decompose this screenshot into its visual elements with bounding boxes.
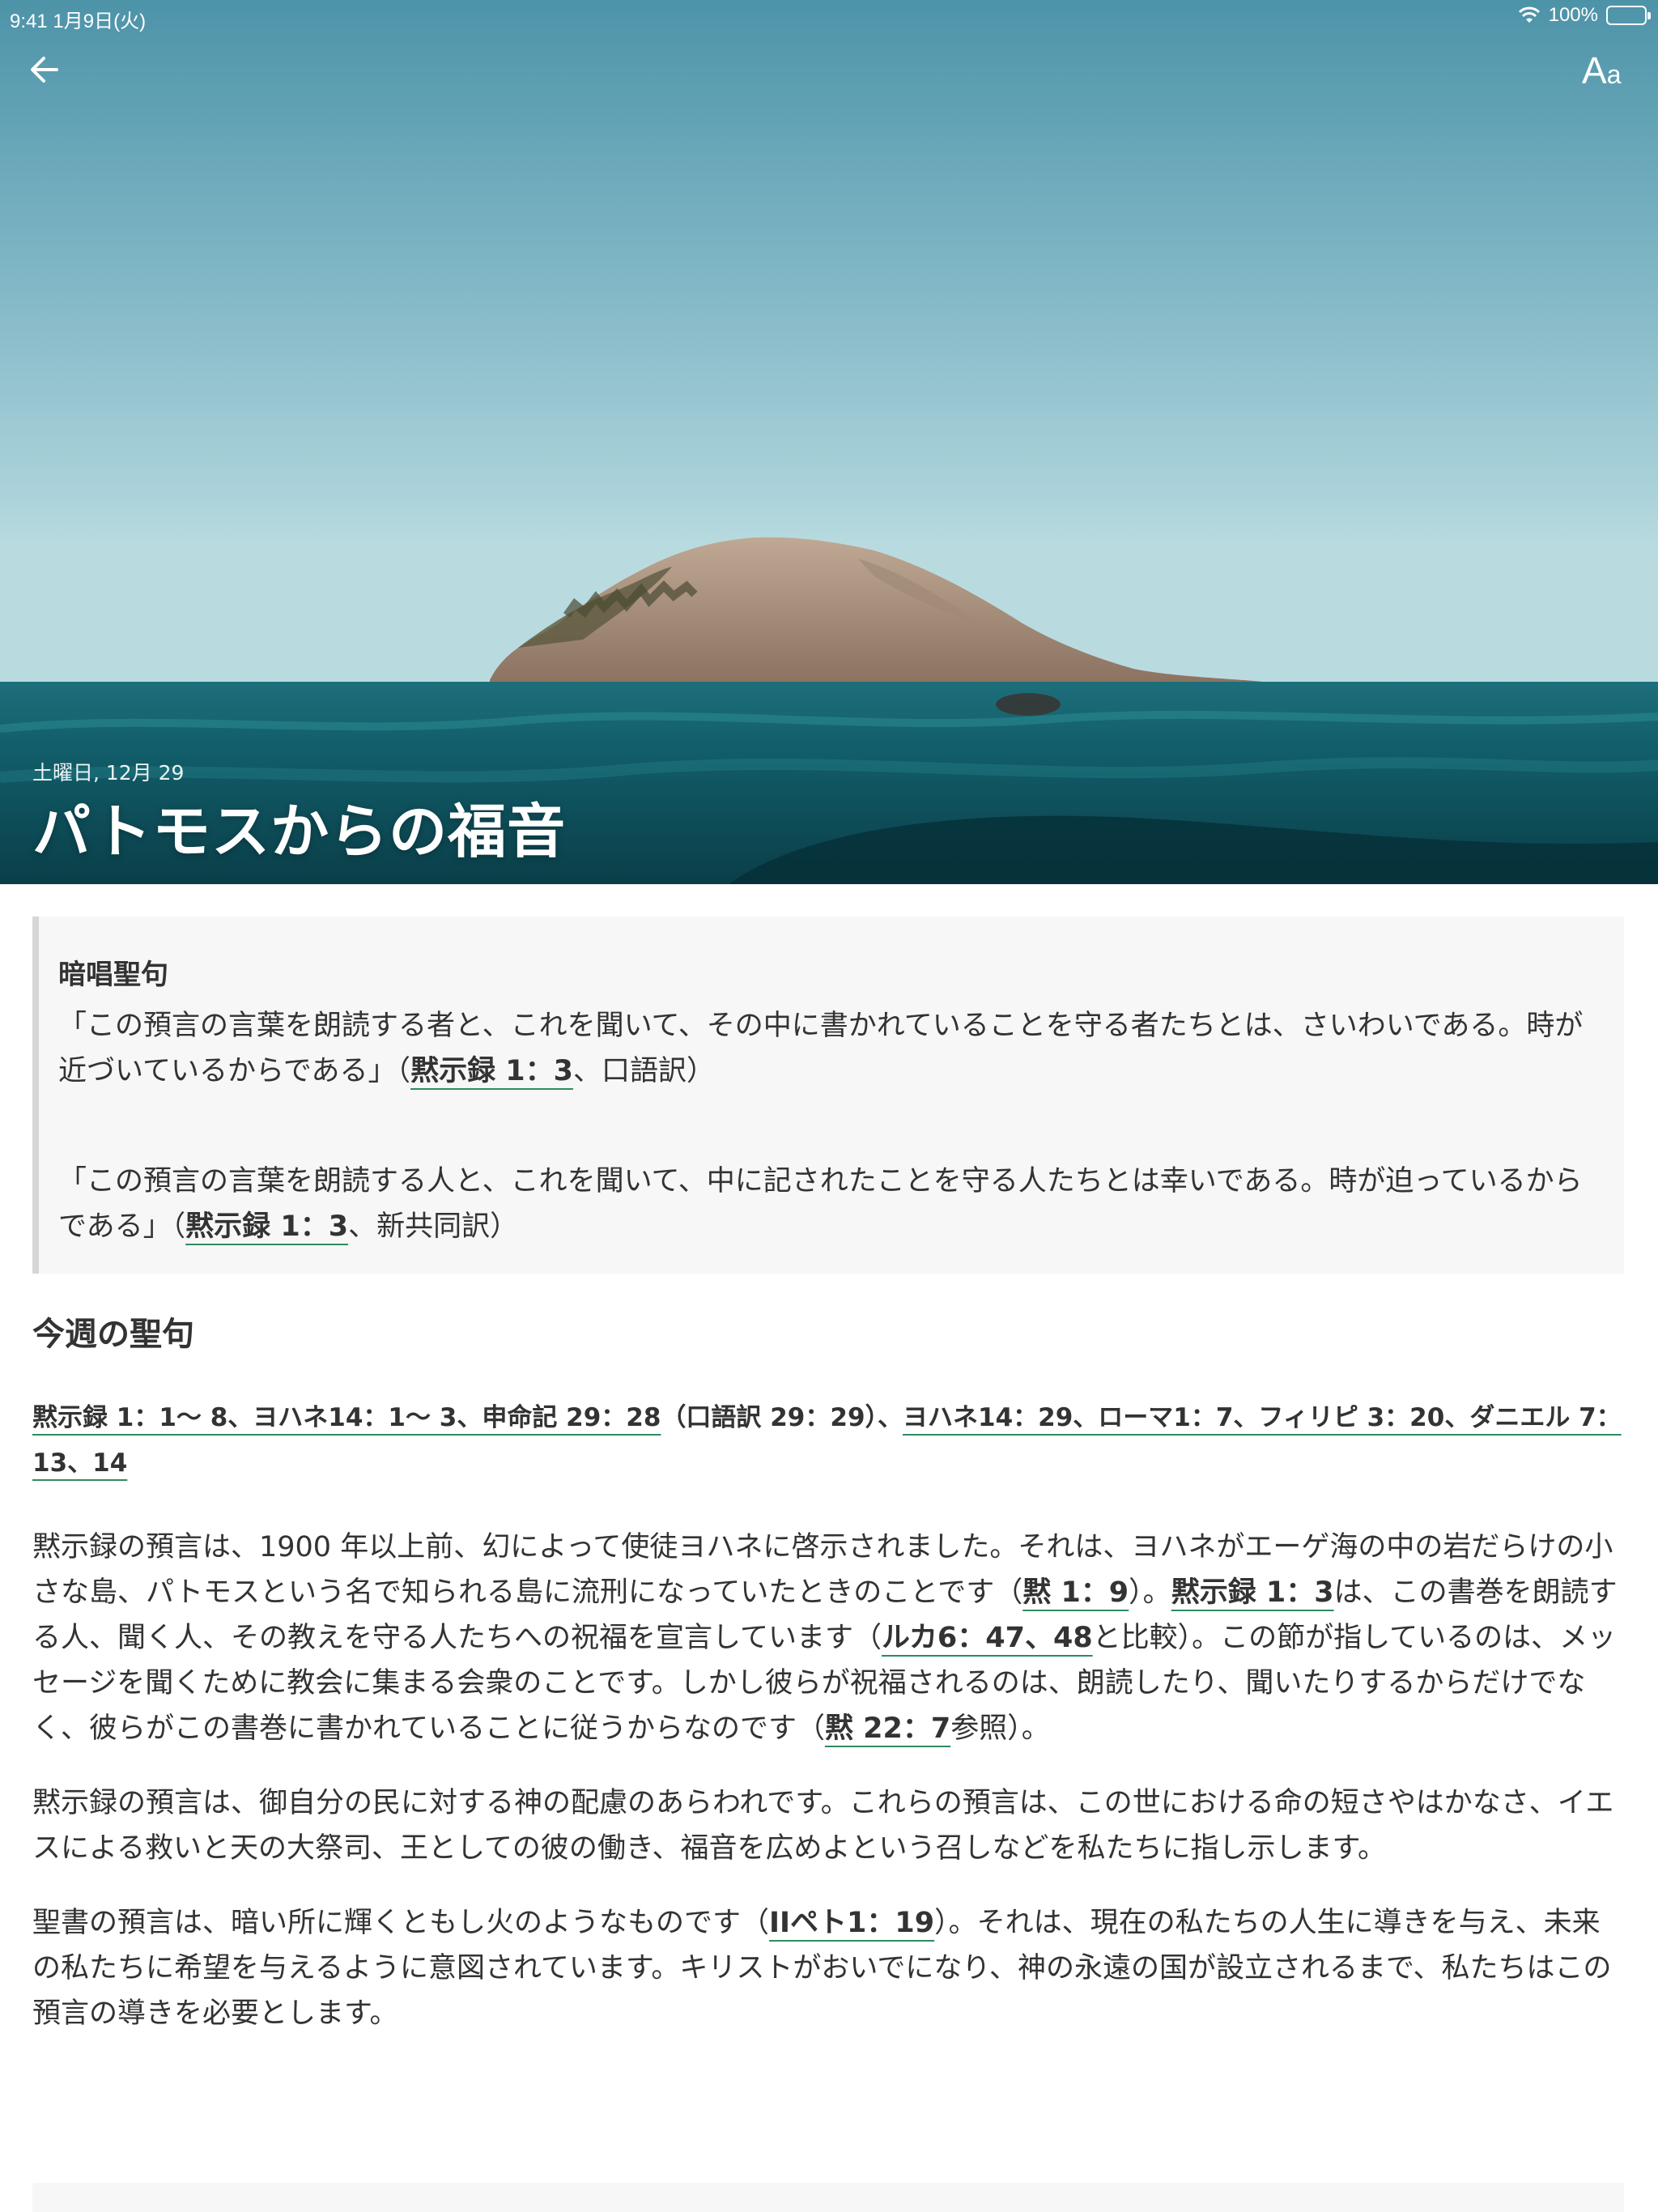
paragraph-text: 参照）。	[950, 1712, 1050, 1745]
hero-image	[0, 537, 1658, 884]
verse-source: 、口語訳）	[572, 1055, 715, 1087]
verse-text: 「この預言の言葉を朗読する者と、これを聞いて、その中に書かれていることを守る者た…	[58, 1010, 1584, 1087]
scripture-link[interactable]: ルカ6：47、48	[882, 1622, 1093, 1654]
lesson-content: 暗唱聖句 「この預言の言葉を朗読する者と、これを聞いて、その中に書かれていること…	[32, 917, 1626, 2036]
battery-icon	[1606, 6, 1651, 25]
scripture-link[interactable]: 黙示録 1：3	[185, 1210, 348, 1243]
scripture-link[interactable]: 黙示録 1：3	[1171, 1576, 1334, 1609]
lesson-date: 土曜日, 12月 29	[32, 761, 185, 785]
scripture-link[interactable]: 黙 1：9	[1022, 1576, 1129, 1609]
body-paragraph: 黙示録の預言は、1900 年以上前、幻によって使徒ヨハネに啓示されました。それは…	[32, 1525, 1626, 1751]
scripture-link[interactable]: 黙示録 1：3	[410, 1055, 573, 1087]
memory-verse-shinkyodo: 「この預言の言葉を朗読する人と、これを聞いて、中に記されたことを守る人たちとは幸…	[58, 1159, 1598, 1249]
scripture-link[interactable]: 黙示録 1：1〜 8、ヨハネ14：1〜 3、申命記 29：28	[32, 1403, 661, 1432]
status-indicators: 100%	[1518, 4, 1651, 27]
paragraph-text: ）。	[1129, 1576, 1171, 1609]
memory-verse-heading: 暗唱聖句	[58, 959, 168, 991]
lesson-title: パトモスからの福音	[32, 798, 567, 866]
hero-header: 9:41 1月9日(火) 100% Aa 土曜日, 12月 29 パトモスからの…	[0, 0, 1658, 884]
scripture-link[interactable]: 黙 22：7	[825, 1712, 950, 1745]
status-bar: 9:41 1月9日(火) 100%	[0, 0, 1658, 32]
font-size-button[interactable]: Aa	[1582, 49, 1640, 97]
weekly-texts-heading: 今週の聖句	[32, 1316, 194, 1353]
reference-note: （口語訳 29：29）、	[661, 1403, 903, 1432]
status-clock: 9:41	[10, 11, 48, 32]
battery-percent: 100%	[1548, 4, 1598, 26]
body-paragraph: 聖書の預言は、暗い所に輝くともし火のようなものです（IIペト1：19）。それは、…	[32, 1900, 1626, 2036]
back-arrow-icon[interactable]	[24, 49, 66, 91]
next-section-box	[32, 2183, 1624, 2212]
font-size-icon-small: a	[1606, 60, 1622, 89]
wifi-icon	[1518, 6, 1540, 23]
memory-verse-box: 暗唱聖句 「この預言の言葉を朗読する者と、これを聞いて、その中に書かれていること…	[32, 917, 1624, 1274]
status-time: 9:41 1月9日(火)	[10, 5, 146, 33]
status-date: 1月9日(火)	[53, 11, 147, 32]
verse-source: 、新共同訳）	[348, 1210, 519, 1243]
scripture-link[interactable]: IIペト1：19	[769, 1907, 934, 1939]
paragraph-text: 聖書の預言は、暗い所に輝くともし火のようなものです（	[32, 1907, 770, 1939]
body-paragraph: 黙示録の預言は、御自分の民に対する神の配慮のあらわれです。これらの預言は、この世…	[32, 1787, 1614, 1865]
font-size-icon-large: A	[1582, 49, 1607, 91]
memory-verse-kougo: 「この預言の言葉を朗読する者と、これを聞いて、その中に書かれていることを守る者た…	[58, 1003, 1598, 1094]
weekly-texts-references: 黙示録 1：1〜 8、ヨハネ14：1〜 3、申命記 29：28（口語訳 29：2…	[32, 1395, 1626, 1486]
